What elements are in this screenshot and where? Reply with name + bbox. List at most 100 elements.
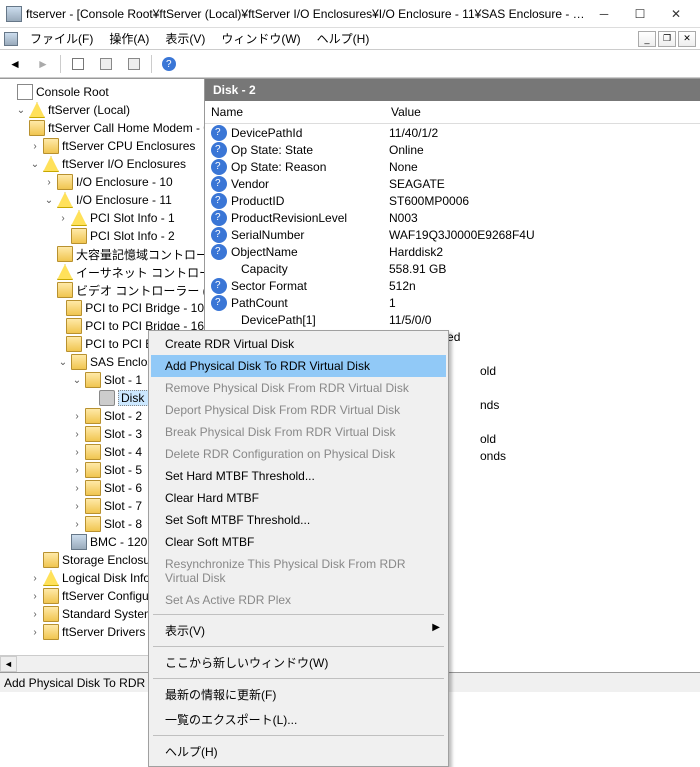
folder-icon — [29, 120, 45, 136]
ctx-item[interactable]: Clear Soft MTBF — [151, 531, 446, 553]
blank-icon — [211, 312, 227, 328]
child-restore-button[interactable]: ❐ — [658, 31, 676, 47]
prop-row[interactable]: VendorSEAGATE — [205, 175, 700, 192]
tree-ioenc[interactable]: ⌄ftServer I/O Enclosures — [0, 155, 204, 173]
tree-io11[interactable]: ⌄I/O Enclosure - 11 — [0, 191, 204, 209]
folder-icon — [43, 552, 59, 568]
toolbar: ◄ ► — [0, 50, 700, 78]
tree-pcislot2[interactable]: PCI Slot Info - 2 — [0, 227, 204, 245]
prop-row[interactable]: Op State: StateOnline — [205, 141, 700, 158]
context-sep — [153, 735, 444, 736]
ctx-export[interactable]: 一覧のエクスポート(L)... — [151, 707, 446, 732]
prop-row[interactable]: ProductRevisionLevelN003 — [205, 209, 700, 226]
window-title: ftserver - [Console Root¥ftServer (Local… — [26, 7, 586, 21]
tree-callhome[interactable]: ftServer Call Home Modem - 0 — [0, 119, 204, 137]
tree-slot2-label: Slot - 2 — [104, 409, 142, 423]
tree-slot4-label: Slot - 4 — [104, 445, 142, 459]
tree-pci10[interactable]: PCI to PCI Bridge - 10 — [0, 299, 204, 317]
ctx-help[interactable]: ヘルプ(H) — [151, 739, 446, 764]
col-name[interactable]: Name — [211, 105, 391, 119]
folder-icon — [43, 138, 59, 154]
info-icon — [211, 176, 227, 192]
ctx-item: Deport Physical Disk From RDR Virtual Di… — [151, 399, 446, 421]
max-button[interactable]: ☐ — [622, 2, 658, 26]
prop-row[interactable]: DevicePath[1]11/5/0/0 — [205, 311, 700, 328]
ctx-item[interactable]: Set Hard MTBF Threshold... — [151, 465, 446, 487]
prop-name: SerialNumber — [231, 228, 389, 242]
tree-vga-label: ビデオ コントローラー (VGA 互換 — [76, 282, 205, 299]
tree-cpu[interactable]: ›ftServer CPU Enclosures — [0, 137, 204, 155]
menu-window[interactable]: ウィンドウ(W) — [213, 28, 308, 49]
tree-ftserver-label: ftServer (Local) — [48, 103, 130, 117]
context-sep — [153, 646, 444, 647]
prop-row[interactable]: Op State: ReasonNone — [205, 158, 700, 175]
folder-icon — [57, 282, 73, 298]
tree-eth6[interactable]: イーサネット コントローラー - 6 — [0, 263, 204, 281]
prop-columns[interactable]: Name Value — [205, 101, 700, 124]
up-button[interactable] — [67, 53, 89, 75]
tree-eth6-label: イーサネット コントローラー - 6 — [76, 264, 205, 281]
menu-help[interactable]: ヘルプ(H) — [309, 28, 378, 49]
tree-root-label: Console Root — [36, 85, 109, 99]
min-button[interactable]: ─ — [586, 2, 622, 26]
warn-icon — [57, 192, 73, 208]
ctx-item[interactable]: Clear Hard MTBF — [151, 487, 446, 509]
tree-pci10-label: PCI to PCI Bridge - 10 — [85, 301, 204, 315]
prop-row[interactable]: PathCount1 — [205, 294, 700, 311]
console-icon — [17, 84, 33, 100]
menu-action[interactable]: 操作(A) — [101, 28, 157, 49]
ctx-item[interactable]: Set Soft MTBF Threshold... — [151, 509, 446, 531]
info-icon — [211, 295, 227, 311]
tree-slot8-label: Slot - 8 — [104, 517, 142, 531]
prop-value: 11/5/0/0 — [389, 313, 431, 327]
prop-row[interactable]: ProductIDST600MP0006 — [205, 192, 700, 209]
fwd-button[interactable]: ► — [32, 53, 54, 75]
blank-icon — [211, 261, 227, 277]
app-icon — [6, 6, 22, 22]
tree-pcislot1[interactable]: ›PCI Slot Info - 1 — [0, 209, 204, 227]
prop-name: ProductID — [231, 194, 389, 208]
close-button[interactable]: ✕ — [658, 2, 694, 26]
ctx-item[interactable]: Add Physical Disk To RDR Virtual Disk — [151, 355, 446, 377]
context-sep — [153, 678, 444, 679]
tree-root[interactable]: Console Root — [0, 83, 204, 101]
unknown-button[interactable] — [123, 53, 145, 75]
menu-file[interactable]: ファイル(F) — [22, 28, 101, 49]
context-sep — [153, 614, 444, 615]
scroll-left-button[interactable]: ◄ — [0, 656, 17, 672]
tree-pcislot1-label: PCI Slot Info - 1 — [90, 211, 175, 225]
help-button[interactable] — [158, 53, 180, 75]
prop-value: 1 — [389, 296, 396, 310]
ctx-item[interactable]: Create RDR Virtual Disk — [151, 333, 446, 355]
prop-row[interactable]: ObjectNameHarddisk2 — [205, 243, 700, 260]
tree-massctrl[interactable]: 大容量記憶域コントローラー - — [0, 245, 204, 263]
prop-row[interactable]: SerialNumberWAF19Q3J0000E9268F4U — [205, 226, 700, 243]
back-button[interactable]: ◄ — [4, 53, 26, 75]
ctx-view[interactable]: 表示(V)▶ — [151, 618, 446, 643]
child-min-button[interactable]: _ — [638, 31, 656, 47]
col-value[interactable]: Value — [391, 105, 421, 119]
folder-icon — [71, 354, 87, 370]
prop-row[interactable]: Sector Format512n — [205, 277, 700, 294]
info-icon — [211, 142, 227, 158]
prop-name: Op State: Reason — [231, 160, 389, 174]
tree-ftserver[interactable]: ⌄ftServer (Local) — [0, 101, 204, 119]
menu-view[interactable]: 表示(V) — [157, 28, 213, 49]
warn-icon — [57, 264, 73, 280]
context-menu[interactable]: Create RDR Virtual DiskAdd Physical Disk… — [148, 330, 449, 767]
folder-icon — [66, 300, 82, 316]
child-close-button[interactable]: ✕ — [678, 31, 696, 47]
info-icon — [211, 125, 227, 141]
ctx-refresh[interactable]: 最新の情報に更新(F) — [151, 682, 446, 707]
prop-row[interactable]: Capacity558.91 GB — [205, 260, 700, 277]
props-button[interactable] — [95, 53, 117, 75]
ctx-item: Remove Physical Disk From RDR Virtual Di… — [151, 377, 446, 399]
disk-icon — [99, 390, 115, 406]
prop-name: ProductRevisionLevel — [231, 211, 389, 225]
tree-io10[interactable]: ›I/O Enclosure - 10 — [0, 173, 204, 191]
ctx-newwin[interactable]: ここから新しいウィンドウ(W) — [151, 650, 446, 675]
tree-callhome-label: ftServer Call Home Modem - 0 — [48, 121, 205, 135]
warn-icon — [43, 156, 59, 172]
prop-row[interactable]: DevicePathId11/40/1/2 — [205, 124, 700, 141]
tree-vga[interactable]: ビデオ コントローラー (VGA 互換 — [0, 281, 204, 299]
